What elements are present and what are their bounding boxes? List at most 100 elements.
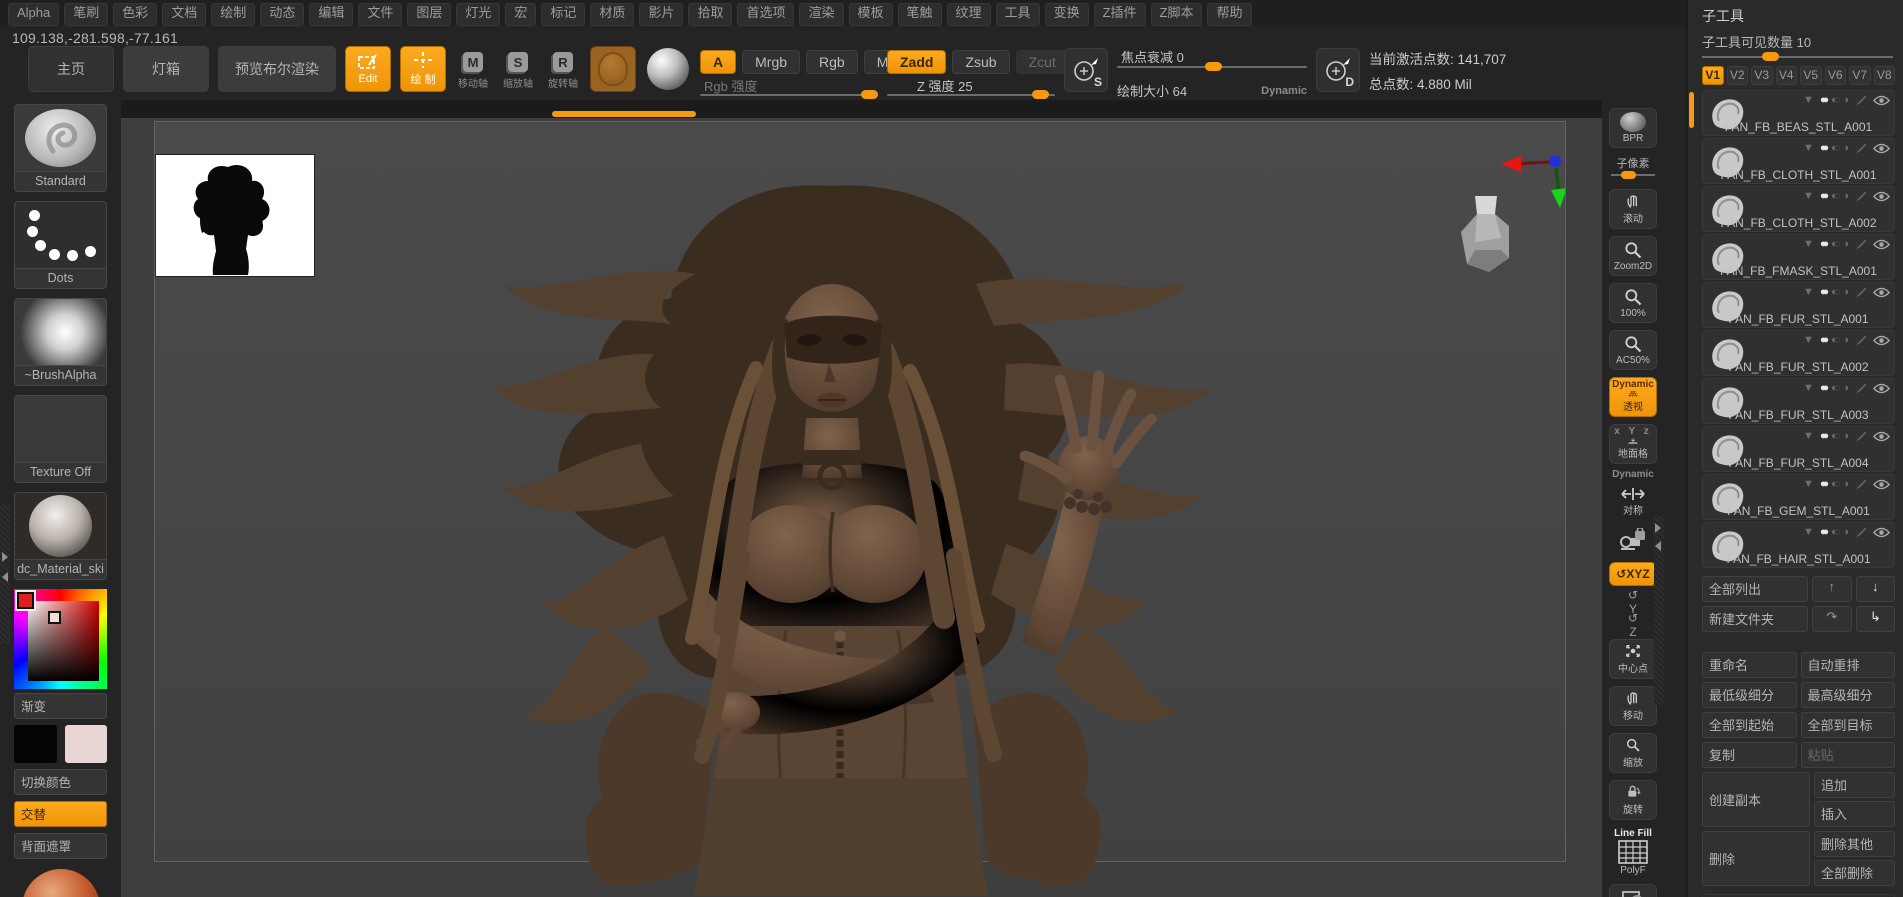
dropdown-arrow-icon[interactable]: ▼ [1803, 526, 1814, 538]
shaded-toggle-icon[interactable]: ◐◌ [1831, 382, 1840, 394]
sculpt-canvas[interactable] [121, 100, 1602, 897]
zcut-toggle[interactable]: Zcut [1015, 50, 1069, 74]
polypaint-toggle-icon[interactable]: ●● [1820, 142, 1830, 154]
subtool-row[interactable]: ▼ ●● ◐◌ ◑ FAN_FB_CLOTH_STL_A002 [1702, 186, 1895, 232]
list-all-button[interactable]: 全部列出 [1702, 576, 1809, 602]
a-toggle[interactable]: A [700, 50, 737, 74]
move-up-button[interactable]: ↑ [1812, 576, 1852, 602]
rotate-z-button[interactable]: ↺ Z [1609, 611, 1657, 639]
polypaint-toggle-icon[interactable]: ●● [1820, 430, 1830, 442]
paint-brush-icon[interactable] [1855, 94, 1867, 106]
contrast-toggle-icon[interactable]: ◑ [1842, 238, 1849, 250]
dropdown-arrow-icon[interactable]: ▼ [1803, 430, 1814, 442]
menu-item[interactable]: 宏 [505, 3, 537, 26]
material-selector[interactable] [14, 492, 107, 560]
menu-item[interactable]: 笔刷 [64, 3, 109, 26]
menu-item[interactable]: 首选项 [737, 3, 795, 26]
sculpt-model[interactable] [486, 156, 1226, 896]
light-sphere-icon[interactable] [21, 869, 100, 897]
dynamic-label[interactable]: Dynamic [1261, 85, 1307, 97]
subtool-tab[interactable]: V3 [1751, 66, 1773, 85]
rotate-canvas-button[interactable]: 旋转 [1609, 780, 1657, 820]
brush-selector[interactable] [14, 104, 107, 172]
menu-item[interactable]: 绘制 [211, 3, 256, 26]
draw-size-label[interactable]: 绘制大小 64 [1117, 81, 1187, 100]
polypaint-toggle-icon[interactable]: ●● [1820, 286, 1830, 298]
color-cursor[interactable] [48, 611, 61, 624]
shaded-toggle-icon[interactable]: ◐◌ [1831, 430, 1840, 442]
menu-item[interactable]: 模板 [848, 3, 893, 26]
menu-item[interactable]: 色彩 [113, 3, 158, 26]
rgb-intensity-handle[interactable] [861, 90, 878, 99]
all-to-start-button[interactable]: 全部到起始 [1702, 712, 1797, 738]
dropdown-arrow-icon[interactable]: ▼ [1803, 382, 1814, 394]
menu-item[interactable]: 文件 [358, 3, 403, 26]
alpha-selector[interactable] [14, 298, 107, 366]
subtool-row[interactable]: ▼ ●● ◐◌ ◑ FAN_FB_HAIR_STL_A001 [1702, 522, 1895, 568]
stroke-type-button[interactable]: S [1064, 48, 1108, 92]
shaded-toggle-icon[interactable]: ◐◌ [1831, 94, 1840, 106]
zsub-toggle[interactable]: Zsub [952, 50, 1010, 74]
delete-all-button[interactable]: 全部删除 [1814, 860, 1895, 886]
draw-button[interactable]: 绘 制 [400, 46, 446, 92]
edit-button[interactable]: Edit [345, 46, 391, 92]
paint-brush-icon[interactable] [1855, 526, 1867, 538]
subtool-tab[interactable]: V6 [1824, 66, 1846, 85]
menu-item[interactable]: Alpha [8, 3, 60, 26]
paint-brush-icon[interactable] [1855, 478, 1867, 490]
menu-item[interactable]: 拾取 [688, 3, 733, 26]
menu-item[interactable]: 编辑 [309, 3, 354, 26]
zadd-toggle[interactable]: Zadd [887, 50, 947, 74]
dropdown-arrow-icon[interactable]: ▼ [1803, 238, 1814, 250]
subtool-row[interactable]: ▼ ●● ◐◌ ◑ FAN_FB_FMASK_STL_A001 [1702, 234, 1895, 280]
visibility-eye-icon[interactable] [1873, 239, 1890, 250]
contrast-toggle-icon[interactable]: ◑ [1842, 142, 1849, 154]
visibility-eye-icon[interactable] [1873, 383, 1890, 394]
dropdown-arrow-icon[interactable]: ▼ [1803, 94, 1814, 106]
polyframe-button[interactable]: Line Fill PolyF [1609, 827, 1657, 879]
menu-item[interactable]: 图层 [407, 3, 452, 26]
paste-button[interactable]: 粘贴 [1800, 742, 1895, 768]
contrast-toggle-icon[interactable]: ◑ [1842, 382, 1849, 394]
insert-button[interactable]: 插入 [1814, 801, 1895, 827]
frame-button[interactable] [1609, 884, 1657, 897]
subtool-tab[interactable]: V5 [1800, 66, 1822, 85]
move-axis-button[interactable]: M 移动轴 [455, 52, 491, 90]
subtool-tab[interactable]: V8 [1873, 66, 1895, 85]
subtool-tab[interactable]: V4 [1775, 66, 1797, 85]
stroke-selector[interactable] [14, 201, 107, 269]
menu-item[interactable]: Z插件 [1093, 3, 1146, 26]
polypaint-toggle-icon[interactable]: ●● [1820, 334, 1830, 346]
z-intensity-slider[interactable]: Z 强度 25 [887, 79, 1055, 99]
rotate-axis-button[interactable]: R 旋转轴 [545, 52, 581, 90]
menu-item[interactable]: 文档 [162, 3, 207, 26]
duplicate-button[interactable]: 创建副本 [1702, 772, 1810, 827]
left-tray-resize-handle[interactable] [0, 504, 10, 644]
subpixel-slider[interactable] [1611, 171, 1655, 179]
right-tray-resize-handle[interactable] [1654, 515, 1664, 705]
contrast-toggle-icon[interactable]: ◑ [1842, 334, 1849, 346]
subtool-tab[interactable]: V7 [1849, 66, 1871, 85]
scale-axis-button[interactable]: S 缩放轴 [500, 52, 536, 90]
highest-subdiv-button[interactable]: 最高级细分 [1800, 682, 1895, 708]
gradient-button[interactable]: 渐变 [14, 693, 107, 719]
visibility-eye-icon[interactable] [1873, 431, 1890, 442]
saturation-square[interactable] [28, 601, 99, 681]
document-thumbnail[interactable] [155, 154, 315, 277]
dropdown-arrow-icon[interactable]: ▼ [1803, 478, 1814, 490]
subtool-tab[interactable]: V2 [1726, 66, 1748, 85]
backface-mask-button[interactable]: 背面遮罩 [14, 833, 107, 859]
polypaint-toggle-icon[interactable]: ●● [1820, 478, 1830, 490]
menu-item[interactable]: 材质 [590, 3, 635, 26]
lightbox-button[interactable]: 灯箱 [123, 46, 209, 92]
focal-shift-slider[interactable]: 焦点衰减 0 [1117, 50, 1307, 71]
switch-color-button[interactable]: 切换颜色 [14, 769, 107, 795]
delete-button[interactable]: 删除 [1702, 831, 1810, 886]
visible-count-slider[interactable] [1702, 52, 1893, 61]
dropdown-arrow-icon[interactable]: ▼ [1803, 190, 1814, 202]
shaded-toggle-icon[interactable]: ◐◌ [1831, 238, 1840, 250]
antialiased-half-button[interactable]: AC50% [1609, 330, 1657, 370]
camera-lock-button[interactable] [1609, 525, 1657, 557]
scale-canvas-button[interactable]: 缩放 [1609, 733, 1657, 773]
menu-item[interactable]: 纹理 [946, 3, 991, 26]
